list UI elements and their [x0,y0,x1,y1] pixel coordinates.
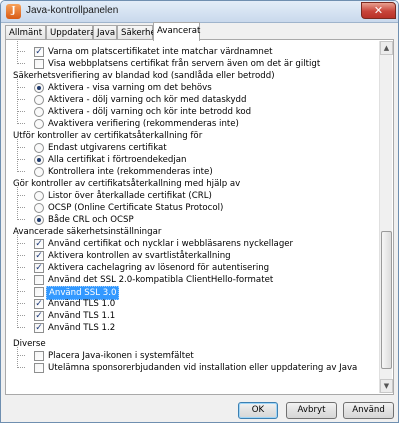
title-bar: J Java-kontrollpanelen ✕ [1,1,398,23]
radio[interactable] [34,107,44,117]
radio[interactable] [34,203,44,213]
radio[interactable] [34,191,44,201]
checkbox[interactable]: ✓ [34,299,44,309]
checkbox[interactable] [34,363,44,373]
radio[interactable] [34,155,44,165]
java-icon: J [6,4,21,19]
apply-button[interactable]: Använd [343,402,394,419]
radio[interactable] [34,167,44,177]
radio[interactable] [34,143,44,153]
checkbox[interactable]: ✓ [34,239,44,249]
scrollbar-thumb[interactable] [381,231,392,369]
settings-tree: ✓ Varna om platscertifikatet inte matchar… [7,41,379,393]
advanced-panel: ✓ Varna om platscertifikatet inte matchar… [5,39,394,395]
tab-sakerhet[interactable]: Säkerhet [117,25,159,40]
checkbox[interactable]: ✓ [34,47,44,57]
close-button[interactable]: ✕ [361,2,396,19]
radio[interactable] [34,215,44,225]
cancel-button[interactable]: Avbryt [286,402,337,419]
checkbox[interactable] [34,351,44,361]
checkbox[interactable] [34,275,44,285]
checkbox[interactable] [34,287,44,297]
window-title: Java-kontrollpanelen [26,5,119,16]
checkbox[interactable]: ✓ [34,263,44,273]
radio[interactable] [34,119,44,129]
tab-uppdatera[interactable]: Uppdatera [46,25,95,40]
radio[interactable] [34,83,44,93]
checkbox[interactable]: ✓ [34,311,44,321]
scroll-down-arrow-icon[interactable]: ▼ [380,379,393,393]
vertical-scrollbar[interactable]: ▲ ▼ [379,41,393,393]
checkbox[interactable] [34,59,44,69]
checkbox[interactable]: ✓ [34,251,44,261]
ok-button[interactable]: OK [238,402,278,419]
tab-java[interactable]: Java [93,25,117,40]
tab-avancerat[interactable]: Avancerat [153,22,200,41]
radio[interactable] [34,95,44,105]
java-control-panel-window: J Java-kontrollpanelen ✕ Allmänt Uppdate… [0,0,399,423]
tab-allmant[interactable]: Allmänt [5,25,46,40]
scroll-up-arrow-icon[interactable]: ▲ [380,41,393,55]
checkbox[interactable]: ✓ [34,323,44,333]
